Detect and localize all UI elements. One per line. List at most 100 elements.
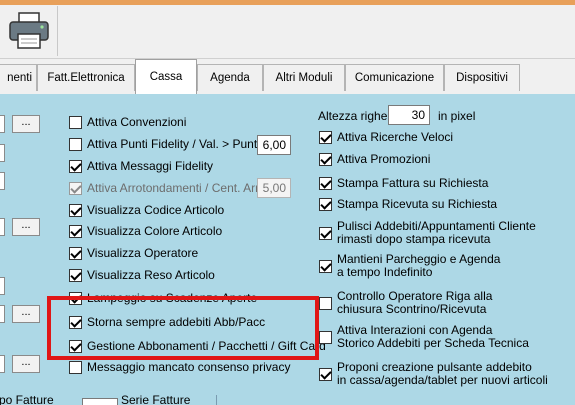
label-line: Attiva Interazioni con Agenda xyxy=(337,323,493,337)
print-button[interactable] xyxy=(0,6,58,56)
tab-agenda[interactable]: Agenda xyxy=(197,64,263,91)
checkbox[interactable] xyxy=(319,330,332,344)
bottom-divider xyxy=(216,395,217,405)
browse-button[interactable]: ... xyxy=(12,355,40,373)
checkbox-label: Visualizza Colore Articolo xyxy=(87,224,223,238)
browse-button[interactable]: ... xyxy=(12,218,40,236)
checkbox-label: Attiva Arrotondamenti / Cent. Arr. xyxy=(87,181,262,195)
browse-button[interactable]: ... xyxy=(12,305,40,323)
tab-label: Agenda xyxy=(210,72,250,84)
checkbox-stampa-fattura[interactable]: Stampa Fattura su Richiesta xyxy=(319,177,488,190)
row-height-label: Altezza righe xyxy=(318,109,388,123)
checkbox-interazioni-agenda[interactable]: Attiva Interazioni con Agenda Storico Add… xyxy=(319,324,529,350)
toolbar xyxy=(0,5,575,59)
checkbox-codice-articolo[interactable]: Visualizza Codice Articolo xyxy=(69,204,224,217)
checkbox-stampa-ricevuta[interactable]: Stampa Ricevuta su Richiesta xyxy=(319,198,497,211)
checkbox-label: Controllo Operatore Riga alla chiusura Sc… xyxy=(337,290,492,316)
checkbox xyxy=(69,182,82,195)
left-field[interactable] xyxy=(0,172,5,190)
tab-cassa[interactable]: Cassa xyxy=(135,59,197,94)
tab-label: Cassa xyxy=(149,71,183,83)
browse-button[interactable]: ... xyxy=(12,115,40,133)
tab-fatt-elettronica[interactable]: Fatt.Elettronica xyxy=(37,64,135,91)
bottom-left-label: po Fatture xyxy=(0,393,54,405)
label-line: Proponi creazione pulsante addebito xyxy=(337,360,532,374)
checkbox[interactable] xyxy=(319,259,332,273)
checkbox[interactable] xyxy=(69,160,82,173)
checkbox-attiva-convenzioni[interactable]: Attiva Convenzioni xyxy=(69,116,186,129)
checkbox-label: Pulisci Addebiti/Appuntamenti Cliente rim… xyxy=(337,220,536,246)
checkbox-proponi-pulsante[interactable]: Proponi creazione pulsante addebito in ca… xyxy=(319,361,548,387)
row-height-input[interactable]: 30 xyxy=(388,105,430,125)
tab-strip: nenti Fatt.Elettronica Cassa Agenda Altr… xyxy=(0,59,575,94)
left-field[interactable] xyxy=(0,277,5,295)
checkbox-label: Mantieni Parcheggio e Agenda a tempo Inde… xyxy=(337,253,500,279)
checkbox[interactable] xyxy=(69,247,82,260)
tab-label: Comunicazione xyxy=(354,72,435,84)
checkbox[interactable] xyxy=(319,296,332,310)
tab-label: Fatt.Elettronica xyxy=(47,72,125,84)
checkbox-label: Attiva Interazioni con Agenda Storico Add… xyxy=(337,324,529,350)
label-line: rimasti dopo stampa ricevuta xyxy=(337,232,491,246)
checkbox-consenso-privacy[interactable]: Messaggio mancato consenso privacy xyxy=(69,361,290,374)
label-line: Pulisci Addebiti/Appuntamenti Cliente xyxy=(337,219,536,233)
printer-icon xyxy=(9,12,49,49)
highlight-annotation-box xyxy=(47,296,319,360)
checkbox[interactable] xyxy=(319,177,332,190)
checkbox[interactable] xyxy=(319,198,332,211)
checkbox-label: Attiva Convenzioni xyxy=(87,115,187,129)
checkbox-label: Attiva Promozioni xyxy=(337,152,431,166)
tab-label: Dispositivi xyxy=(456,72,508,84)
tab-partial[interactable]: nenti xyxy=(0,64,37,91)
checkbox-mantieni-parcheggio[interactable]: Mantieni Parcheggio e Agenda a tempo Inde… xyxy=(319,253,500,279)
label-line: Storico Addebiti per Scheda Tecnica xyxy=(337,336,529,350)
checkbox[interactable] xyxy=(319,367,332,381)
checkbox-ricerche-veloci[interactable]: Attiva Ricerche Veloci xyxy=(319,131,453,144)
tab-label: Altri Moduli xyxy=(275,72,333,84)
checkbox-promozioni[interactable]: Attiva Promozioni xyxy=(319,153,430,166)
tab-comunicazione[interactable]: Comunicazione xyxy=(345,64,444,91)
fidelity-value-input[interactable]: 6,00 xyxy=(257,135,291,155)
checkbox-operatore[interactable]: Visualizza Operatore xyxy=(69,247,198,260)
checkbox-label: Attiva Punti Fidelity / Val. > Punti xyxy=(87,137,260,151)
checkbox-label: Proponi creazione pulsante addebito in ca… xyxy=(337,361,548,387)
checkbox-label: Stampa Ricevuta su Richiesta xyxy=(337,197,498,211)
left-field[interactable] xyxy=(0,305,5,323)
checkbox[interactable] xyxy=(319,226,332,240)
checkbox-colore-articolo[interactable]: Visualizza Colore Articolo xyxy=(69,225,222,238)
checkbox-messaggi-fidelity[interactable]: Attiva Messaggi Fidelity xyxy=(69,160,213,173)
label-line: chiusura Scontrino/Ricevuta xyxy=(337,302,487,316)
checkbox-pulisci-addebiti[interactable]: Pulisci Addebiti/Appuntamenti Cliente rim… xyxy=(319,220,536,246)
checkbox-label: Stampa Fattura su Richiesta xyxy=(337,176,489,190)
checkbox-label: Visualizza Reso Articolo xyxy=(87,268,215,282)
tab-dispositivi[interactable]: Dispositivi xyxy=(444,64,520,91)
checkbox-label: Visualizza Operatore xyxy=(87,246,199,260)
rounding-value-input: 5,00 xyxy=(257,178,291,198)
checkbox-label: Visualizza Codice Articolo xyxy=(87,203,225,217)
checkbox[interactable] xyxy=(69,138,82,151)
checkbox[interactable] xyxy=(319,153,332,166)
checkbox-reso-articolo[interactable]: Visualizza Reso Articolo xyxy=(69,269,215,282)
label-line: a tempo Indefinito xyxy=(337,265,433,279)
checkbox-controllo-operatore[interactable]: Controllo Operatore Riga alla chiusura Sc… xyxy=(319,290,492,316)
checkbox[interactable] xyxy=(319,131,332,144)
left-field[interactable] xyxy=(0,115,5,133)
checkbox[interactable] xyxy=(69,116,82,129)
label-line: Mantieni Parcheggio e Agenda xyxy=(337,252,501,266)
checkbox[interactable] xyxy=(69,225,82,238)
left-field[interactable] xyxy=(0,218,5,236)
checkbox-label: Messaggio mancato consenso privacy xyxy=(87,360,291,374)
checkbox[interactable] xyxy=(69,269,82,282)
tab-altri-moduli[interactable]: Altri Moduli xyxy=(263,64,345,91)
row-height-unit: in pixel xyxy=(438,109,476,123)
left-field[interactable] xyxy=(0,355,5,373)
label-line: Controllo Operatore Riga alla xyxy=(337,289,493,303)
left-field[interactable] xyxy=(0,144,5,162)
checkbox[interactable] xyxy=(69,204,82,217)
tab-label: nenti xyxy=(7,72,32,84)
serie-fatture-field[interactable] xyxy=(82,398,118,405)
checkbox-punti-fidelity[interactable]: Attiva Punti Fidelity / Val. > Punti xyxy=(69,138,260,151)
checkbox-label: Attiva Messaggi Fidelity xyxy=(87,159,214,173)
checkbox-label: Attiva Ricerche Veloci xyxy=(337,130,454,144)
checkbox[interactable] xyxy=(69,361,82,374)
